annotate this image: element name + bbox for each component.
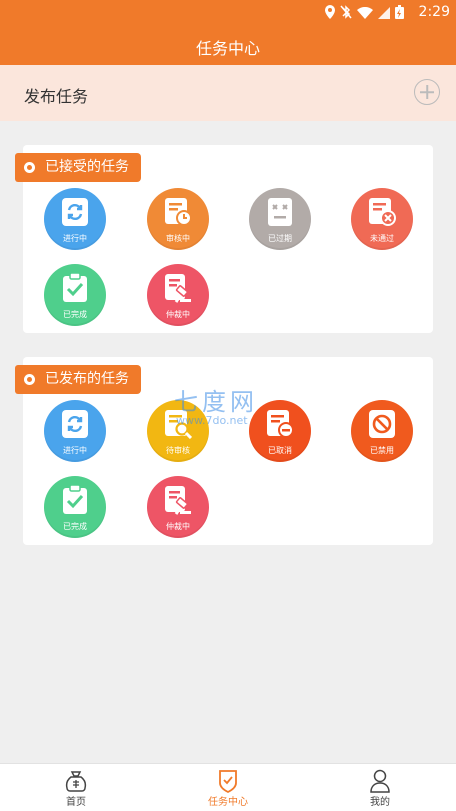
received-rejected-label: 未通过	[370, 234, 394, 243]
received-expired-label: 已过期	[268, 234, 292, 243]
received-reviewing-button[interactable]: 审核中	[147, 188, 209, 250]
tab-mine-label: 我的	[370, 797, 390, 808]
received-tasks-title: 已接受的任务	[45, 159, 129, 175]
status-time: 2:29	[418, 4, 450, 20]
bottom-tab-bar: 首页 任务中心 我的	[0, 763, 456, 811]
published-tasks-title: 已发布的任务	[45, 371, 129, 387]
published-pending-review-label: 待审核	[166, 446, 190, 455]
status-icons	[325, 4, 404, 23]
tab-task-center[interactable]: 任务中心	[188, 764, 268, 811]
location-icon	[325, 4, 335, 23]
received-arbitration-label: 仲裁中	[166, 310, 190, 319]
prohibited-icon	[369, 410, 395, 438]
published-cancelled-button[interactable]: 已取消	[249, 400, 311, 462]
published-disabled-label: 已禁用	[370, 446, 394, 455]
received-rejected-button[interactable]: 未通过	[351, 188, 413, 250]
received-tasks-header: 已接受的任务	[15, 153, 141, 182]
status-bar: 2:29	[0, 0, 456, 25]
watermark-brand: 七度网	[174, 388, 258, 416]
document-reject-icon	[369, 198, 396, 226]
add-icon[interactable]	[414, 79, 440, 105]
received-completed-label: 已完成	[63, 310, 87, 319]
gavel-document-icon	[165, 486, 191, 515]
money-bag-icon	[65, 771, 87, 792]
battery-icon	[395, 4, 404, 23]
published-tasks-header: 已发布的任务	[15, 365, 141, 394]
clipboard-check-icon	[63, 273, 87, 302]
ribbon-dot-icon	[24, 374, 35, 385]
received-reviewing-label: 审核中	[166, 234, 190, 243]
received-tasks-card: 已接受的任务 进行中 审核中 已过期 未通过 已完成 仲裁中	[15, 145, 433, 333]
published-completed-button[interactable]: 已完成	[44, 476, 106, 538]
shield-check-icon	[219, 770, 237, 793]
document-clock-icon	[165, 198, 192, 226]
published-completed-label: 已完成	[63, 522, 87, 531]
tab-task-center-label: 任务中心	[208, 797, 248, 808]
gavel-document-icon	[165, 274, 191, 303]
ribbon-dot-icon	[24, 162, 35, 173]
tab-home-label: 首页	[66, 797, 86, 808]
app-bar: 任务中心	[0, 25, 456, 65]
bluetooth-off-icon	[340, 4, 352, 23]
published-arbitration-label: 仲裁中	[166, 522, 190, 531]
published-in-progress-button[interactable]: 进行中	[44, 400, 106, 462]
refresh-icon	[62, 410, 88, 438]
publish-task-row[interactable]: 发布任务	[0, 65, 456, 121]
expired-face-icon	[268, 198, 292, 226]
watermark: 七度网 www.7do.net	[174, 382, 258, 427]
received-expired-button[interactable]: 已过期	[249, 188, 311, 250]
wifi-icon	[357, 4, 373, 23]
publish-task-label: 发布任务	[24, 87, 89, 106]
published-disabled-button[interactable]: 已禁用	[351, 400, 413, 462]
received-in-progress-label: 进行中	[63, 234, 87, 243]
published-arbitration-button[interactable]: 仲裁中	[147, 476, 209, 538]
received-completed-button[interactable]: 已完成	[44, 264, 106, 326]
signal-icon	[378, 4, 390, 23]
published-in-progress-label: 进行中	[63, 446, 87, 455]
tab-home[interactable]: 首页	[36, 764, 116, 811]
watermark-url: www.7do.net	[176, 414, 248, 427]
document-minus-icon	[267, 410, 294, 438]
received-arbitration-button[interactable]: 仲裁中	[147, 264, 209, 326]
tab-mine[interactable]: 我的	[340, 764, 420, 811]
received-in-progress-button[interactable]: 进行中	[44, 188, 106, 250]
user-icon	[370, 769, 390, 793]
clipboard-check-icon	[63, 485, 87, 514]
refresh-icon	[62, 198, 88, 226]
page-title: 任务中心	[195, 39, 260, 58]
published-cancelled-label: 已取消	[268, 446, 292, 455]
